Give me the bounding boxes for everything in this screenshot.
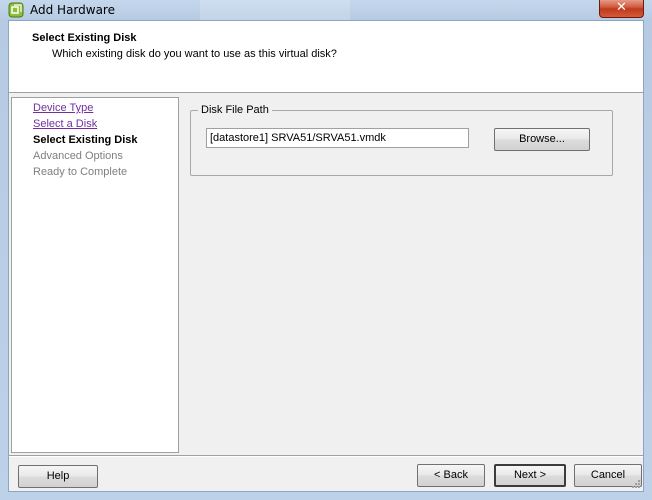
next-button[interactable]: Next > [494, 464, 566, 487]
step-select-a-disk[interactable]: Select a Disk [33, 117, 97, 131]
background-ghost [200, 0, 350, 20]
browse-button[interactable]: Browse... [494, 128, 590, 151]
help-button[interactable]: Help [18, 465, 98, 488]
window-title: Add Hardware [30, 3, 115, 17]
back-button[interactable]: < Back [417, 464, 485, 487]
step-advanced-options: Advanced Options [33, 150, 123, 162]
wizard-header: Select Existing Disk Which existing disk… [9, 21, 643, 93]
add-hardware-window: Add Hardware ✕ Select Existing Disk Whic… [0, 0, 652, 500]
page-subtitle: Which existing disk do you want to use a… [52, 48, 337, 60]
wizard-client-area: Select Existing Disk Which existing disk… [8, 20, 644, 492]
vsphere-app-icon [8, 2, 24, 18]
close-icon: ✕ [616, 0, 627, 15]
disk-file-path-legend: Disk File Path [198, 104, 272, 117]
title-bar[interactable]: Add Hardware ✕ [0, 0, 652, 20]
footer-divider-highlight [9, 456, 643, 457]
step-select-existing-disk: Select Existing Disk [33, 134, 138, 146]
wizard-steps-panel: Device Type Select a Disk Select Existin… [11, 97, 179, 453]
resize-grip-icon[interactable] [631, 479, 641, 489]
page-title: Select Existing Disk [32, 32, 137, 44]
step-ready-to-complete: Ready to Complete [33, 166, 128, 178]
disk-file-path-input[interactable] [206, 128, 469, 148]
close-button[interactable]: ✕ [599, 0, 644, 18]
step-device-type[interactable]: Device Type [33, 101, 93, 115]
